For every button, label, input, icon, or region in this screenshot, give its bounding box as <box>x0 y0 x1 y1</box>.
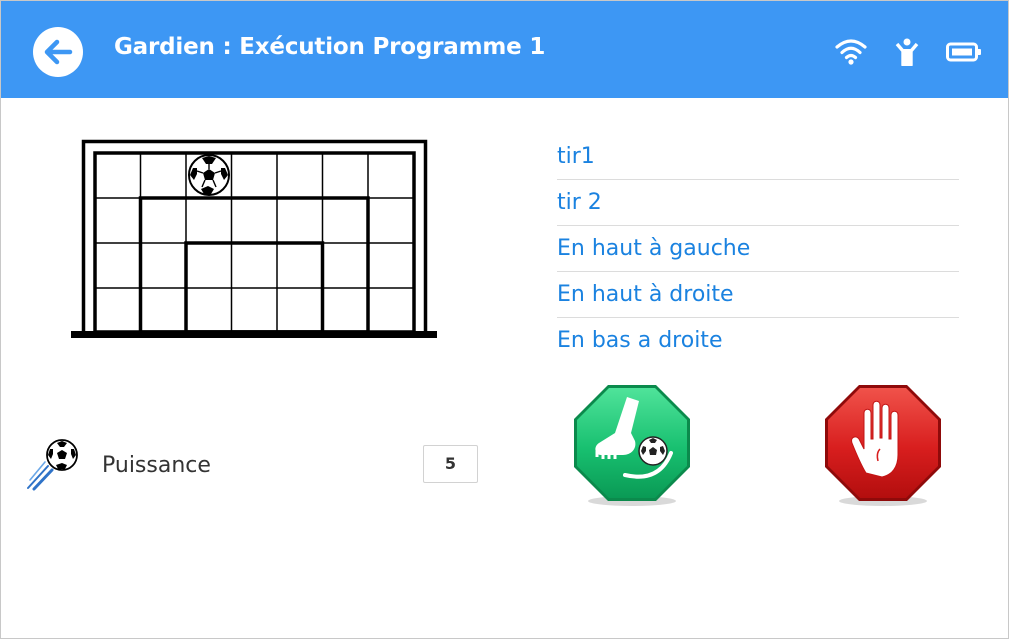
back-button[interactable] <box>33 27 83 77</box>
arrow-left-icon <box>44 39 73 65</box>
program-item-tir2[interactable]: tir 2 <box>557 180 959 226</box>
flying-ball-icon <box>27 439 78 491</box>
person-icon <box>895 38 919 66</box>
power-label: Puissance <box>102 453 211 478</box>
battery-icon <box>946 42 981 62</box>
soccer-ball-icon <box>188 154 230 196</box>
header-bar: Gardien : Exécution Programme 1 <box>1 1 1008 98</box>
program-list: tir1 tir 2 En haut à gauche En haut à dr… <box>557 134 959 364</box>
wifi-icon <box>835 39 867 65</box>
stop-button[interactable] <box>822 383 944 507</box>
kick-button[interactable] <box>571 383 693 507</box>
program-item-top-right[interactable]: En haut à droite <box>557 272 959 318</box>
program-item-bottom-right[interactable]: En bas a droite <box>557 318 959 364</box>
program-item-top-left[interactable]: En haut à gauche <box>557 226 959 272</box>
program-item-tir1[interactable]: tir1 <box>557 134 959 180</box>
page-title: Gardien : Exécution Programme 1 <box>114 34 546 60</box>
app-window: Gardien : Exécution Programme 1 tir1 tir… <box>0 0 1009 639</box>
power-value-field[interactable]: 5 <box>423 445 478 483</box>
goal-grid[interactable] <box>71 138 437 342</box>
